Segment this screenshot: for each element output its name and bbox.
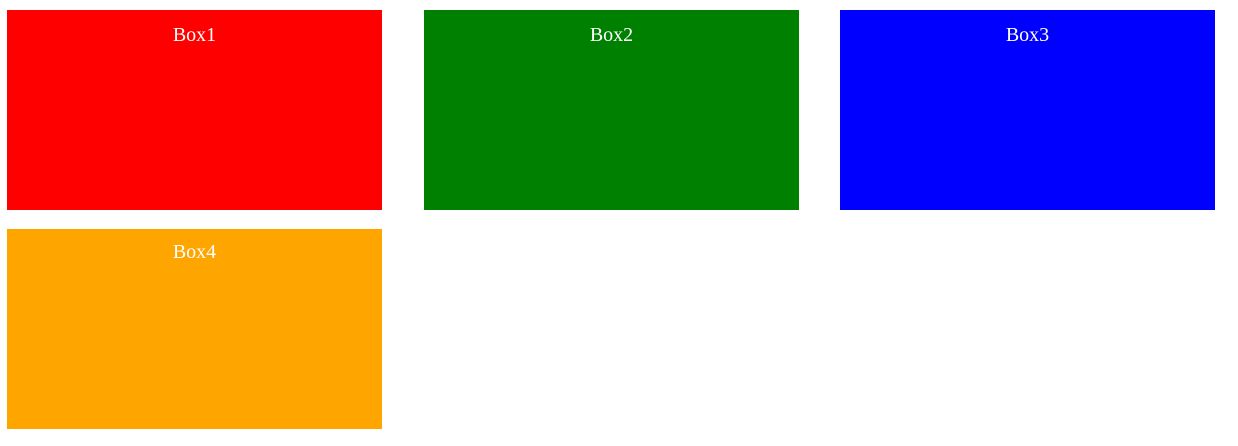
box-1-label: Box1 [172,24,217,46]
box-3: Box3 [840,10,1215,210]
box-4: Box4 [7,229,382,429]
box-1: Box1 [7,10,382,210]
box-2: Box2 [424,10,799,210]
box-4-label: Box4 [172,241,217,263]
box-3-label: Box3 [1005,24,1050,46]
box-2-label: Box2 [589,24,634,46]
